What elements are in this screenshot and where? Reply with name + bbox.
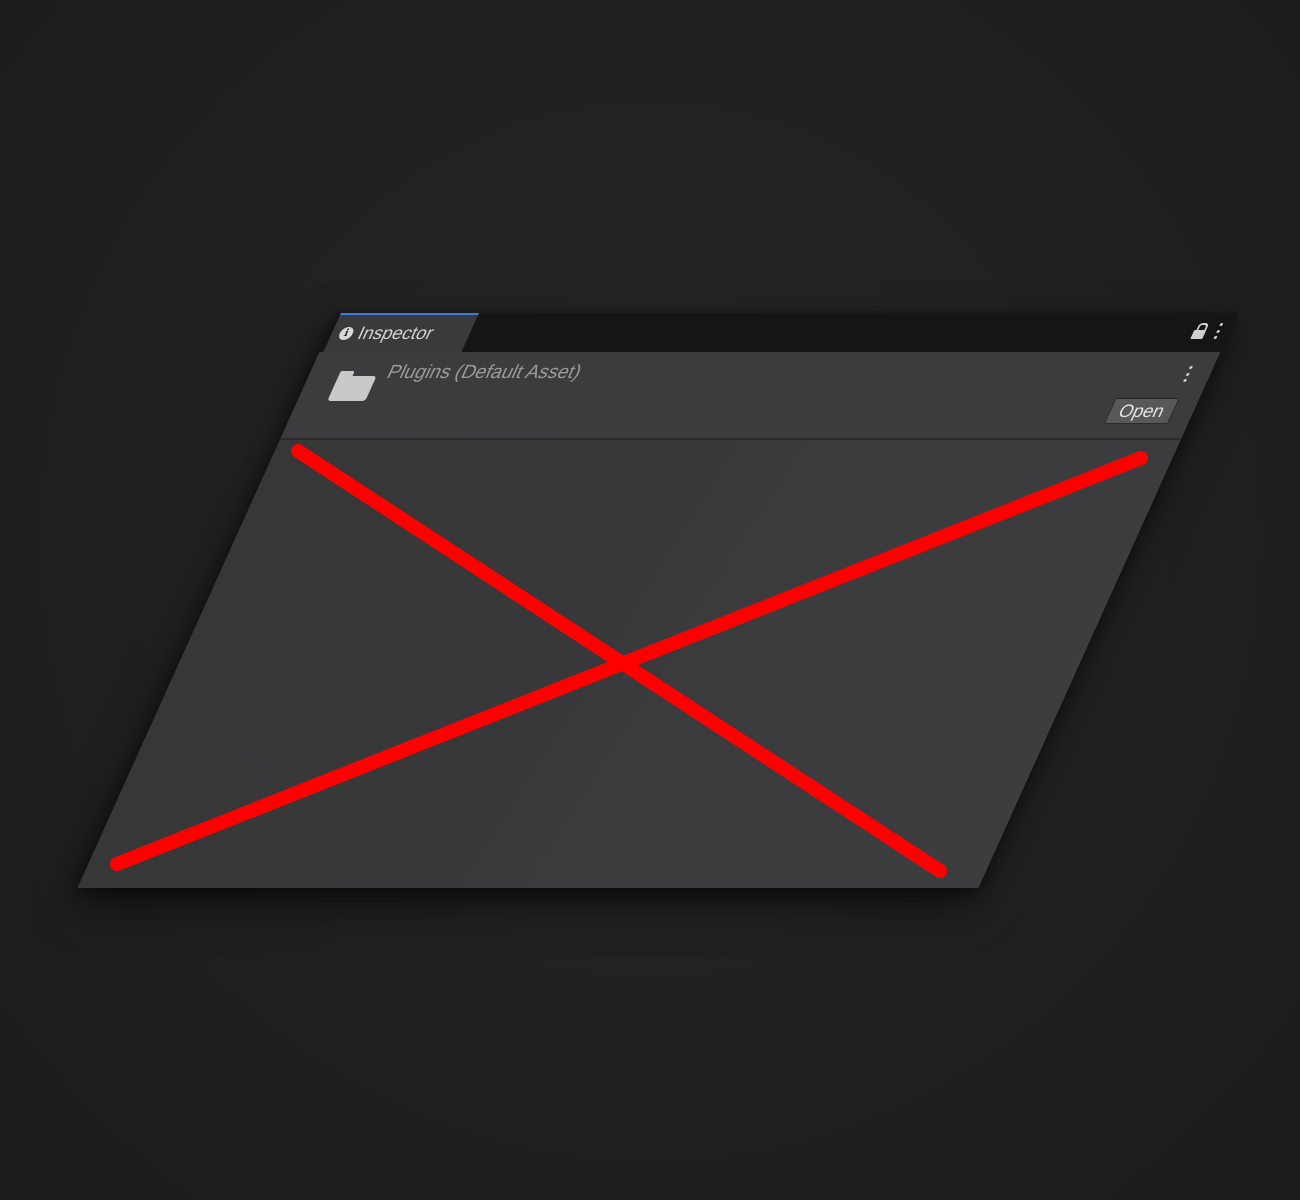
folder-icon — [327, 371, 379, 401]
info-icon: i — [336, 327, 356, 340]
asset-menu-icon[interactable] — [1182, 366, 1193, 382]
desktop-background: i Inspector Plugins (Default Asset) Open — [0, 0, 1300, 1200]
kebab-menu-icon[interactable] — [1212, 323, 1223, 339]
tab-controls — [1190, 323, 1223, 339]
asset-title: Plugins (Default Asset) — [383, 362, 586, 383]
tab-label: Inspector — [354, 323, 438, 343]
tab-inspector[interactable]: i Inspector — [323, 313, 479, 352]
open-button[interactable]: Open — [1103, 398, 1180, 424]
inspector-content — [77, 440, 1181, 888]
inspector-window: i Inspector Plugins (Default Asset) Open — [77, 313, 1238, 888]
lock-icon[interactable] — [1190, 323, 1210, 339]
asset-header: Plugins (Default Asset) Open — [279, 352, 1221, 440]
tab-bar: i Inspector — [319, 313, 1238, 352]
